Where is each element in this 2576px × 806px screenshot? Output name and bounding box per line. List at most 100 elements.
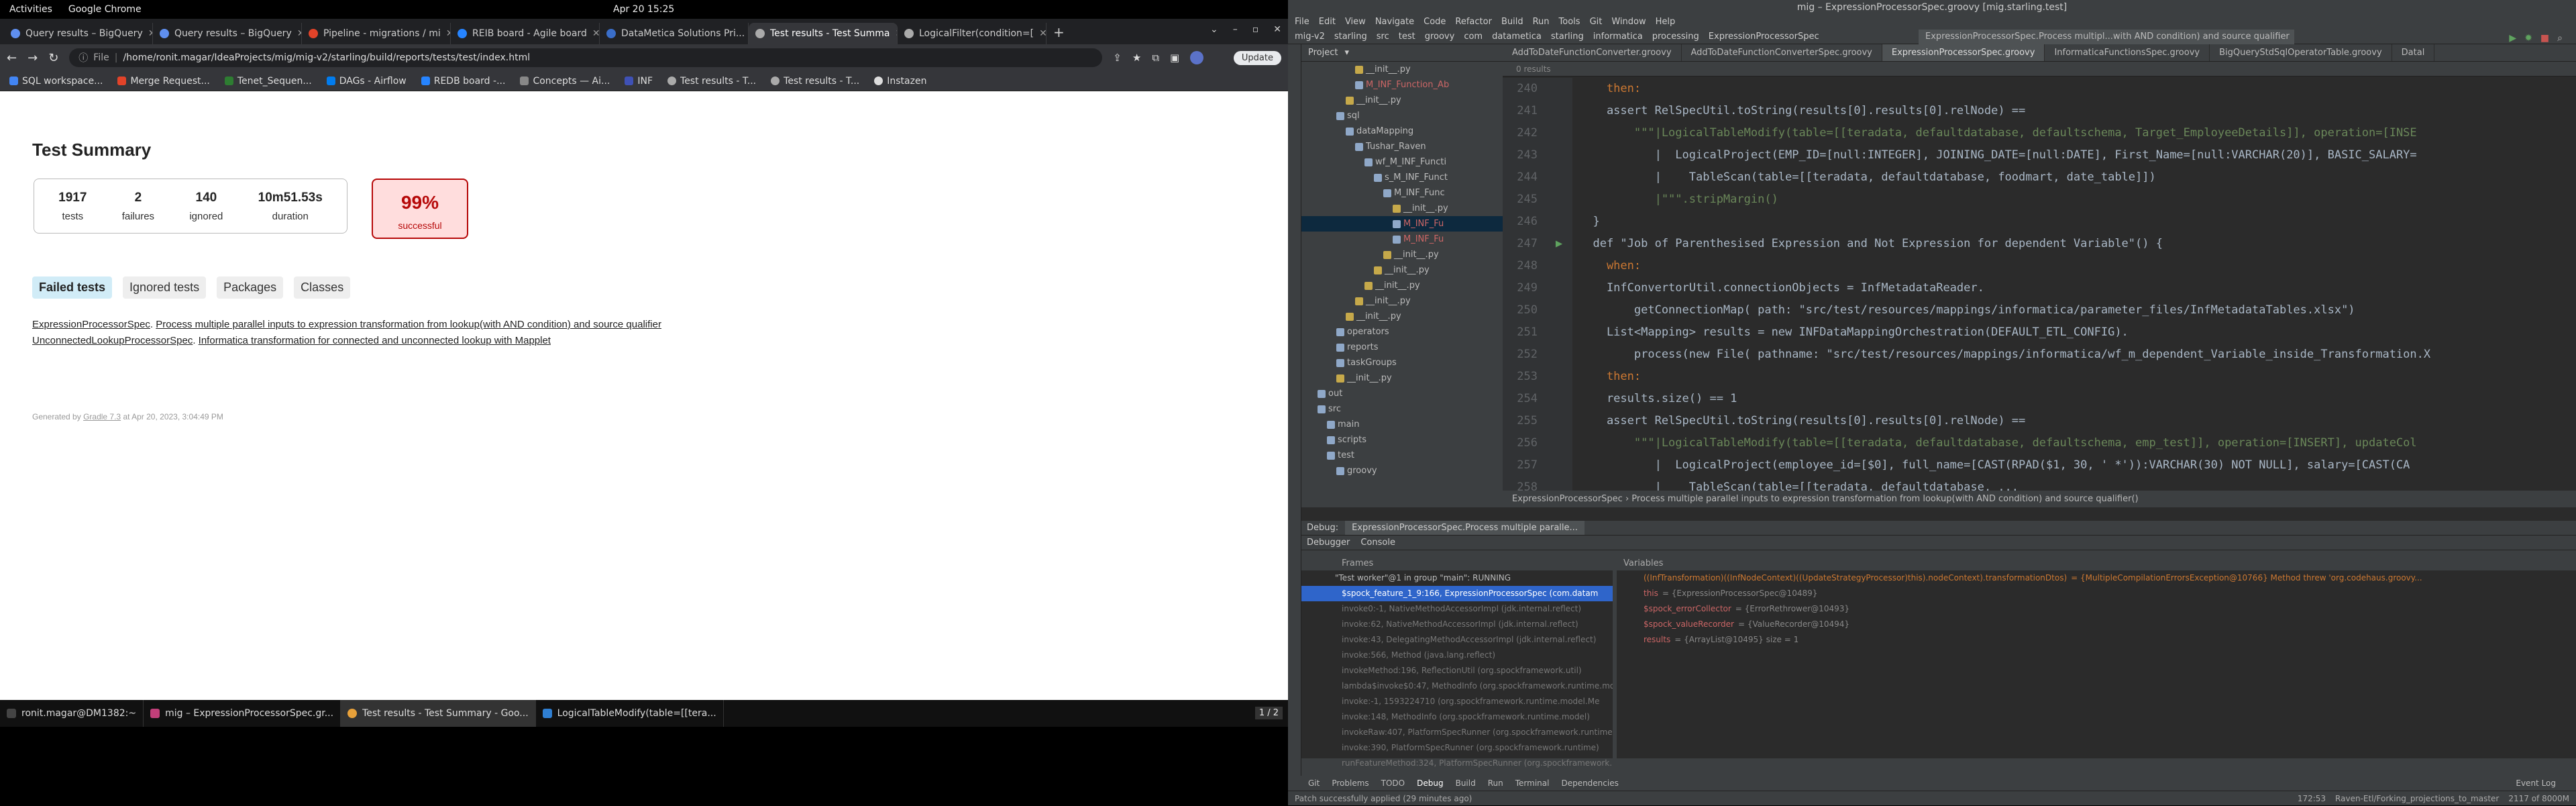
code-line[interactable]: 246 } [1503,211,2576,233]
line-number[interactable]: 244 [1503,166,1546,189]
tree-item[interactable]: __init__.py [1301,293,1503,309]
tree-item[interactable]: __init__.py [1301,370,1503,386]
code-line[interactable]: 251 List<Mapping> results = new INFDataM… [1503,321,2576,344]
bookmark-star-icon[interactable]: ★ [1132,52,1141,64]
forward-icon[interactable]: → [28,51,38,65]
line-number[interactable]: 252 [1503,344,1546,366]
memory-indicator[interactable]: 2117 of 8000M [2508,791,2569,806]
line-number[interactable]: 240 [1503,78,1546,100]
browser-tab[interactable]: Query results – BigQuery ✕ [4,23,153,44]
workspace-pager[interactable]: 1 / 2 [1254,707,1283,719]
tab-classes[interactable]: Classes [294,276,351,299]
tree-item[interactable]: __init__.py [1301,278,1503,293]
toolwindow-debug[interactable]: Debug [1417,776,1443,791]
tree-item[interactable]: src [1301,401,1503,417]
line-number[interactable]: 249 [1503,277,1546,299]
tree-item[interactable]: M_INF_Fu [1301,216,1503,232]
variable-row[interactable]: ((InfTransformation)((InfNodeContext)((U… [1617,570,2576,586]
nav-crumb[interactable]: informatica [1593,30,1643,44]
line-number[interactable]: 254 [1503,388,1546,410]
debugger-tab[interactable]: Debugger [1307,536,1350,550]
maximize-icon[interactable]: ▫ [1252,24,1259,35]
stack-frame[interactable]: invokeRaw:407, PlatformSpecRunner (org.s… [1301,725,1613,740]
bookmark-item[interactable]: SQL workspace... [9,76,103,87]
tree-item[interactable]: groovy [1301,463,1503,478]
activities-button[interactable]: Activities [9,4,52,15]
tab-packages[interactable]: Packages [217,276,284,299]
nav-crumb[interactable]: ExpressionProcessorSpec [1709,30,1819,44]
chevron-down-icon[interactable]: ▾ [1344,48,1349,58]
system-clock[interactable]: Apr 20 15:25 [613,4,674,15]
gutter[interactable] [1546,78,1572,100]
tree-item[interactable]: __init__.py [1301,262,1503,278]
nav-crumb[interactable]: com [1464,30,1483,44]
tree-item[interactable]: __init__.py [1301,201,1503,216]
taskbar-item-ide[interactable]: mig – ExpressionProcessorSpec.gr... [144,700,341,727]
stack-frame[interactable]: invoke:390, PlatformSpecRunner (org.spoc… [1301,740,1613,756]
failed-class-link[interactable]: UnconnectedLookupProcessorSpec [32,335,193,346]
nav-crumb[interactable]: processing [1652,30,1699,44]
variable-row[interactable]: this = {ExpressionProcessorSpec@10489} [1617,586,2576,601]
line-number[interactable]: 253 [1503,366,1546,388]
menu-edit[interactable]: Edit [1319,15,1336,30]
url-text[interactable]: /home/ronit.magar/IdeaProjects/mig/mig-v… [123,52,530,63]
tree-item[interactable]: reports [1301,340,1503,355]
stack-frame[interactable]: invoke:-1, 1593224710 (org.spockframewor… [1301,694,1613,709]
tree-item[interactable]: __init__.py [1301,93,1503,108]
variable-row[interactable]: $spock_errorCollector = {ErrorRethrower@1… [1617,601,2576,617]
nav-crumb[interactable]: datametica [1492,30,1542,44]
update-button[interactable]: Update [1233,50,1281,65]
stack-frame[interactable]: lambda$invoke$0:47, MethodInfo (org.spoc… [1301,678,1613,694]
nav-crumb[interactable]: groovy [1425,30,1455,44]
gutter[interactable] [1546,432,1572,454]
gutter[interactable] [1546,410,1572,432]
tab-ignored-tests[interactable]: Ignored tests [123,276,207,299]
toolwindow-terminal[interactable]: Terminal [1515,776,1550,791]
gutter[interactable] [1546,144,1572,166]
code-line[interactable]: 240 then: [1503,78,2576,100]
code-line[interactable]: 241 assert RelSpecUtil.toString(results[… [1503,100,2576,122]
line-number[interactable]: 255 [1503,410,1546,432]
nav-crumb[interactable]: mig-v2 [1295,30,1325,44]
code-line[interactable]: 248 when: [1503,255,2576,277]
toolwindow-build[interactable]: Build [1456,776,1476,791]
gradle-link[interactable]: Gradle 7.3 [83,412,121,421]
editor-tab[interactable]: BigQueryStdSqlOperatorTable.groovy [2210,44,2392,61]
tree-item[interactable]: __init__.py [1301,247,1503,262]
taskbar-item-chrome[interactable]: Test results - Test Summary - Goo... [341,700,536,727]
bookmark-item[interactable]: Merge Request... [117,76,210,87]
code-area[interactable]: 240 then: 241 assert RelSpecUtil.toString… [1503,78,2576,491]
editor-tab[interactable]: AddToDateFunctionConverter.groovy [1503,44,1682,61]
gutter[interactable] [1546,255,1572,277]
code-line[interactable]: 252 process(new File( pathname: "src/tes… [1503,344,2576,366]
tree-item[interactable]: wf_M_INF_Functi [1301,154,1503,170]
tree-item[interactable]: test [1301,448,1503,463]
sidebar-icon[interactable]: ▣ [1170,52,1179,64]
tree-item[interactable]: M_INF_Function_Ab [1301,77,1503,93]
close-tab-icon[interactable]: ✕ [148,28,152,39]
browser-tab-active[interactable]: Test results - Test Summa✕ [749,23,898,44]
browser-tab[interactable]: LogicalFilter(condition=[ ✕ [898,23,1046,44]
stop-icon[interactable]: ■ [2540,31,2549,46]
failed-test-link[interactable]: Process multiple parallel inputs to expr… [156,319,661,330]
gutter[interactable] [1546,211,1572,233]
run-configuration-select[interactable]: ExpressionProcessorSpec.Process multipl.… [1919,30,2294,44]
toolwindow-problems[interactable]: Problems [1332,776,1368,791]
debug-icon[interactable]: ✹ [2524,31,2532,46]
event-log-button[interactable]: Event Log [2516,776,2556,791]
toolwindow-run[interactable]: Run [1488,776,1503,791]
toolwindow-todo[interactable]: TODO [1381,776,1405,791]
gutter[interactable] [1546,122,1572,144]
editor-tab[interactable]: InformaticaFunctionsSpec.groovy [2045,44,2210,61]
close-tab-icon[interactable]: ✕ [297,28,301,39]
menu-run[interactable]: Run [1533,15,1550,30]
taskbar-item-vscode[interactable]: LogicalTableModify(table=[[tera... [536,700,724,727]
share-icon[interactable]: ⇪ [1113,52,1122,64]
variable-row[interactable]: $spock_valueRecorder = {ValueRecorder@104… [1617,617,2576,632]
info-icon[interactable]: ⓘ [78,51,88,64]
editor-tab[interactable]: Datal [2392,44,2435,61]
tree-item[interactable]: M_INF_Func [1301,185,1503,201]
code-line[interactable]: 244 | TableScan(table=[[teradata, defaul… [1503,166,2576,189]
menu-refactor[interactable]: Refactor [1455,15,1492,30]
code-line[interactable]: 249 InfConvertorUtil.connectionObjects =… [1503,277,2576,299]
